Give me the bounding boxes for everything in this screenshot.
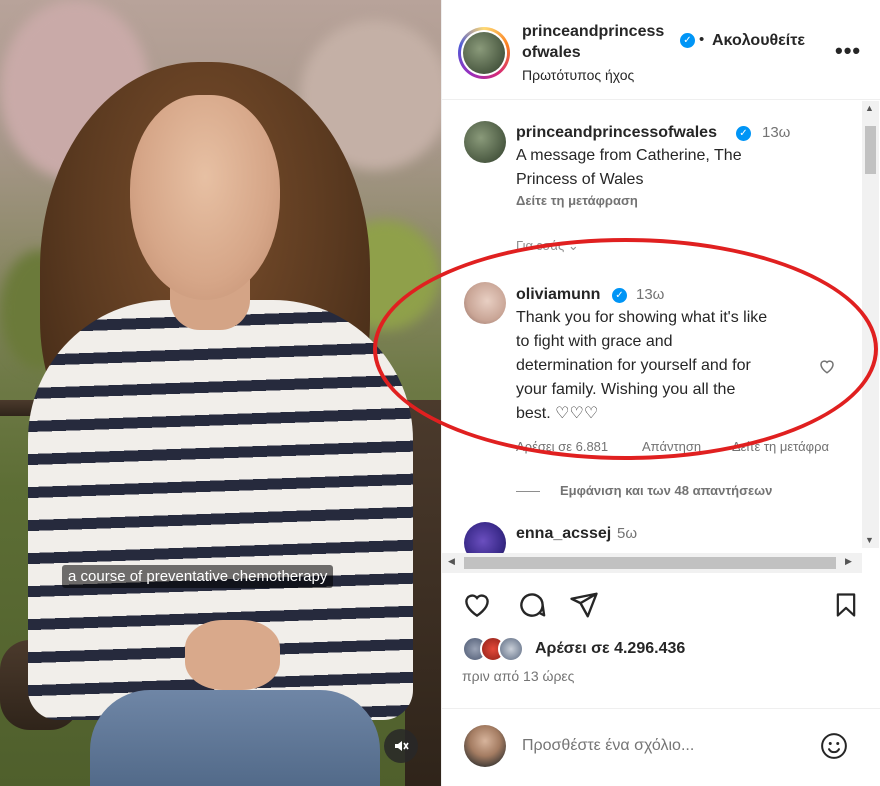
video-player[interactable]: a course of preventative chemotherapy: [0, 0, 441, 786]
scroll-left-arrow-icon[interactable]: ◀: [448, 556, 455, 567]
comments-list[interactable]: princeandprincessofwales ✓ 13ω A message…: [442, 101, 880, 574]
mute-button[interactable]: [384, 729, 418, 763]
post-header: princeandprincess ofwales ✓ • Ακολουθείτ…: [442, 0, 880, 100]
current-user-avatar: [464, 725, 506, 767]
for-you-hint: Για εσάς ⌄: [516, 238, 579, 253]
scrollbar-thumb[interactable]: [464, 557, 836, 569]
paper-plane-icon[interactable]: [569, 590, 599, 620]
scroll-right-arrow-icon[interactable]: ▶: [845, 556, 852, 567]
emoji-icon[interactable]: [819, 731, 849, 761]
post-side-panel: princeandprincess ofwales ✓ • Ακολουθείτ…: [373, 0, 880, 786]
post-timestamp[interactable]: πριν από 13 ώρες: [462, 668, 574, 684]
video-caption: a course of preventative chemotherapy: [62, 565, 334, 588]
verified-badge-icon: ✓: [612, 288, 627, 303]
person-hands: [185, 620, 280, 690]
author-avatar[interactable]: [458, 27, 510, 79]
see-translation-link[interactable]: Δείτε τη μετάφραση: [516, 193, 638, 208]
add-comment-bar: [442, 708, 880, 786]
scroll-up-arrow-icon[interactable]: ▲: [865, 103, 874, 113]
author-username[interactable]: princeandprincess ofwales: [522, 21, 682, 63]
bookmark-icon[interactable]: [832, 590, 860, 620]
person-jeans: [90, 690, 380, 786]
comment-username[interactable]: enna_acssej: [516, 525, 611, 543]
comment-avatar[interactable]: [464, 121, 506, 163]
person-face: [130, 95, 280, 300]
comment-username[interactable]: oliviamunn: [516, 286, 600, 304]
comment-time[interactable]: 13ω: [636, 286, 664, 303]
comment-time[interactable]: 5ω: [617, 525, 637, 542]
comment-text: A message from Catherine, The Princess o…: [516, 147, 742, 188]
comment-text: Thank you for showing what it's like to …: [516, 309, 768, 422]
horizontal-scrollbar[interactable]: ◀ ▶: [442, 553, 862, 573]
post-likes-count[interactable]: Αρέσει σε 4.296.436: [535, 640, 685, 658]
verified-badge-icon: ✓: [680, 33, 695, 48]
separator-dot: •: [699, 31, 705, 48]
instagram-post-window: a course of preventative chemotherapy pr…: [0, 0, 880, 786]
heart-icon[interactable]: [462, 590, 492, 620]
comment-icon[interactable]: [517, 590, 547, 620]
scroll-down-arrow-icon[interactable]: ▼: [865, 535, 874, 545]
comment-time[interactable]: 13ω: [762, 124, 790, 141]
see-translation-link[interactable]: Δείτε τη μετάφρα: [732, 439, 829, 454]
view-replies-button[interactable]: Εμφάνιση και των 48 απαντήσεων: [560, 483, 772, 498]
replies-divider: [516, 491, 540, 492]
comment-username[interactable]: princeandprincessofwales: [516, 124, 717, 142]
more-options-icon[interactable]: •••: [835, 38, 861, 64]
liker-avatar: [498, 636, 524, 662]
comment-likes-count[interactable]: Αρέσει σε 6.881: [516, 439, 608, 454]
speaker-muted-icon: [395, 741, 409, 751]
following-button[interactable]: Ακολουθείτε: [712, 32, 805, 50]
comment-avatar[interactable]: [464, 282, 506, 324]
add-comment-input[interactable]: [522, 737, 802, 755]
verified-badge-icon: ✓: [736, 126, 751, 141]
scrollbar-thumb[interactable]: [865, 126, 876, 174]
original-audio-link[interactable]: Πρωτότυπος ήχος: [522, 67, 634, 83]
post-actions-bar: [442, 590, 880, 630]
comment-like-heart-icon[interactable]: [818, 357, 836, 375]
reply-button[interactable]: Απάντηση: [642, 439, 701, 454]
vertical-scrollbar[interactable]: ▲ ▼: [862, 101, 879, 548]
